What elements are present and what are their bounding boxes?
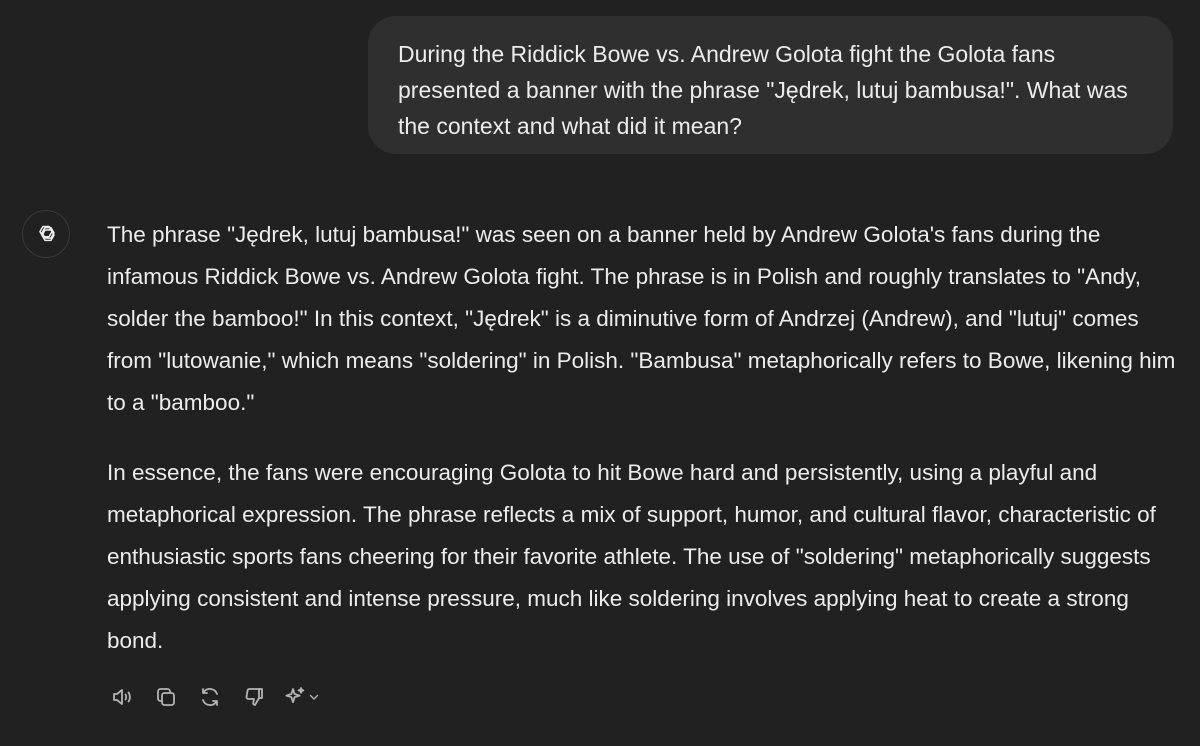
speaker-icon: [113, 689, 131, 705]
assistant-paragraph-2: In essence, the fans were encouraging Go…: [107, 460, 1156, 653]
openai-logo-icon: [39, 225, 55, 242]
copy-icon: [157, 688, 175, 706]
read-aloud-button[interactable]: [100, 680, 144, 714]
assistant-avatar: [22, 210, 70, 258]
bad-response-button[interactable]: [232, 680, 276, 714]
message-actions: [100, 680, 326, 714]
user-message-bubble: During the Riddick Bowe vs. Andrew Golot…: [368, 16, 1173, 154]
user-message-text: During the Riddick Bowe vs. Andrew Golot…: [398, 41, 1128, 139]
assistant-paragraph-1: The phrase "Jędrek, lutuj bambusa!" was …: [107, 222, 1176, 415]
thumbs-down-icon: [245, 688, 263, 706]
model-switch-button[interactable]: [276, 680, 326, 714]
regenerate-button[interactable]: [188, 680, 232, 714]
chevron-down-icon: [309, 694, 318, 700]
sparkle-icon: [285, 687, 304, 704]
regenerate-icon: [202, 688, 218, 706]
assistant-message: The phrase "Jędrek, lutuj bambusa!" was …: [107, 214, 1182, 662]
copy-button[interactable]: [144, 680, 188, 714]
chat-page: During the Riddick Bowe vs. Andrew Golot…: [0, 0, 1200, 746]
